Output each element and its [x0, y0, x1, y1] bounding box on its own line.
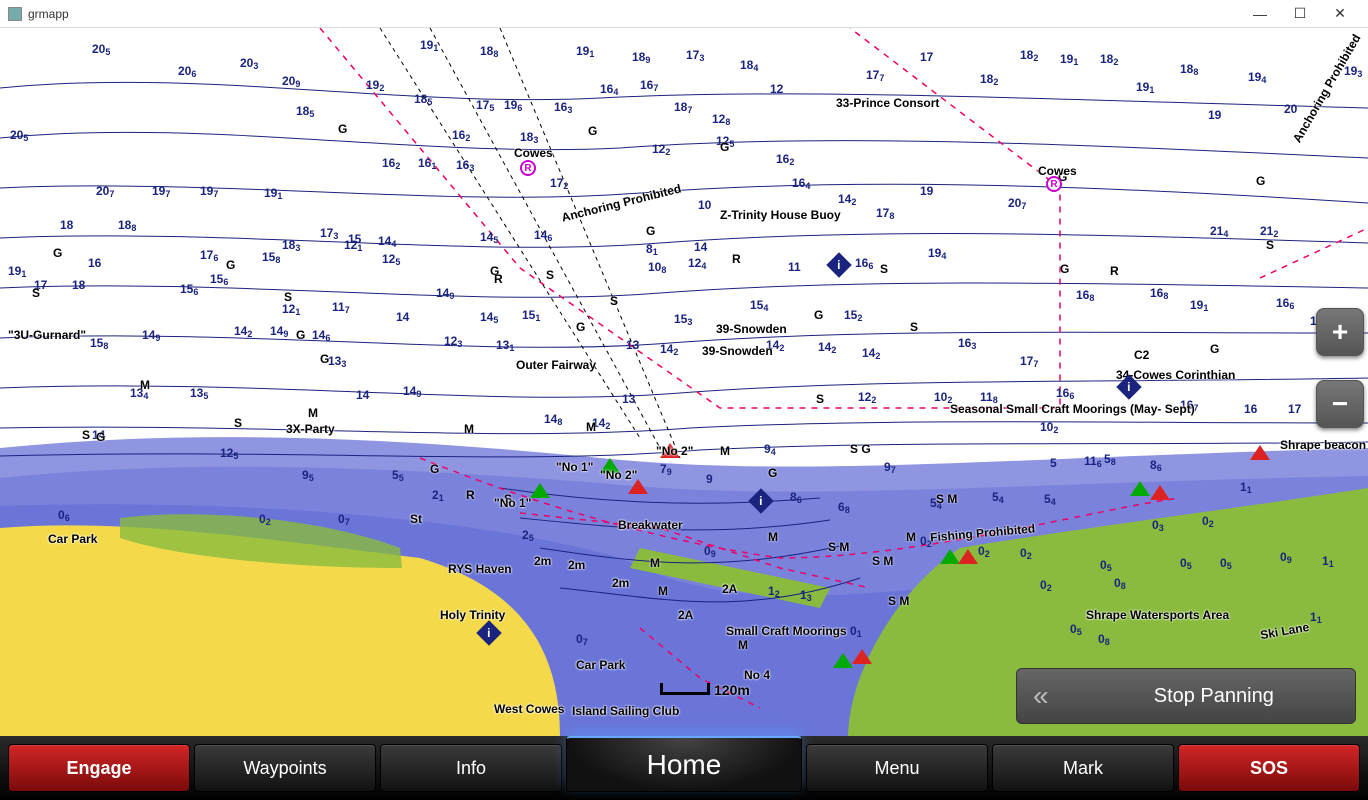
maximize-button[interactable]: ☐: [1280, 5, 1320, 22]
stop-panning-label: Stop Panning: [1089, 685, 1339, 708]
radio-beacon-marker: R: [520, 160, 536, 176]
chart-label: 39-Snowden: [716, 322, 787, 336]
chart-label: 3X-Party: [286, 422, 335, 436]
chart-label: "No 1": [494, 496, 531, 510]
chart-label: Z-Trinity House Buoy: [720, 208, 841, 222]
chart-label: Outer Fairway: [516, 358, 596, 372]
chart-label: "No 1": [556, 460, 593, 474]
chart-label: 2m: [568, 558, 585, 572]
close-button[interactable]: ✕: [1320, 5, 1360, 22]
window-titlebar: grmapp — ☐ ✕: [0, 0, 1368, 28]
chart-label: No 4: [744, 668, 770, 682]
chart-label: Shrape Watersports Area: [1086, 608, 1229, 622]
app-icon: [8, 7, 22, 21]
chart-label: Seasonal Small Craft Moorings (May- Sept…: [950, 402, 1195, 416]
chart-label: 2m: [534, 554, 551, 568]
window-title: grmapp: [28, 7, 69, 21]
chart-label: 39-Snowden: [702, 344, 773, 358]
chart-label: Holy Trinity: [440, 608, 505, 622]
mark-button[interactable]: Mark: [992, 744, 1174, 792]
chart-label: Island Sailing Club: [572, 704, 679, 718]
scale-bar: 120m: [660, 682, 750, 698]
chart-label: Small Craft Moorings: [726, 624, 847, 638]
nautical-chart[interactable]: 2052031911881911891731841771718218219118…: [0, 28, 1368, 736]
info-button[interactable]: Info: [380, 744, 562, 792]
engage-button[interactable]: Engage: [8, 744, 190, 792]
chart-label: "No 2": [600, 468, 637, 482]
chart-labels: "3U-Gurnard"Cowes33-Prince ConsortCowesZ…: [0, 28, 1368, 736]
sos-button[interactable]: SOS: [1178, 744, 1360, 792]
chart-label: 33-Prince Consort: [836, 96, 939, 110]
chart-label: Shrape beacon: [1280, 438, 1366, 452]
chart-label: Breakwater: [618, 518, 683, 532]
chart-label: Cowes: [514, 146, 553, 160]
chart-label: Fishing Prohibited: [930, 521, 1036, 544]
zoom-in-button[interactable]: +: [1316, 308, 1364, 356]
chart-label: C2: [1134, 348, 1149, 362]
stop-panning-button[interactable]: « Stop Panning: [1016, 668, 1356, 724]
chart-label: Ski Lane: [1259, 620, 1310, 642]
menu-button[interactable]: Menu: [806, 744, 988, 792]
chart-label: St: [410, 512, 422, 526]
zoom-out-button[interactable]: −: [1316, 380, 1364, 428]
chart-label: Car Park: [576, 658, 625, 672]
chart-label: "No 2": [656, 444, 693, 458]
chart-label: Car Park: [48, 532, 97, 546]
scale-label: 120m: [714, 682, 750, 698]
waypoints-button[interactable]: Waypoints: [194, 744, 376, 792]
home-button[interactable]: Home: [566, 736, 802, 792]
chevron-left-icon: «: [1033, 680, 1049, 712]
chart-label: West Cowes: [494, 702, 564, 716]
minimize-button[interactable]: —: [1240, 6, 1280, 22]
chart-label: "3U-Gurnard": [8, 328, 86, 342]
chart-label: Anchoring Prohibited: [560, 181, 682, 224]
chart-label: 2A: [678, 608, 693, 622]
radio-beacon-marker: R: [1046, 176, 1062, 192]
chart-label: 2m: [612, 576, 629, 590]
chart-label: Anchoring Prohibited: [1290, 32, 1363, 145]
bottom-nav: Engage Waypoints Info Home Menu Mark SOS: [0, 736, 1368, 800]
chart-label: 2A: [722, 582, 737, 596]
chart-label: RYS Haven: [448, 562, 512, 576]
